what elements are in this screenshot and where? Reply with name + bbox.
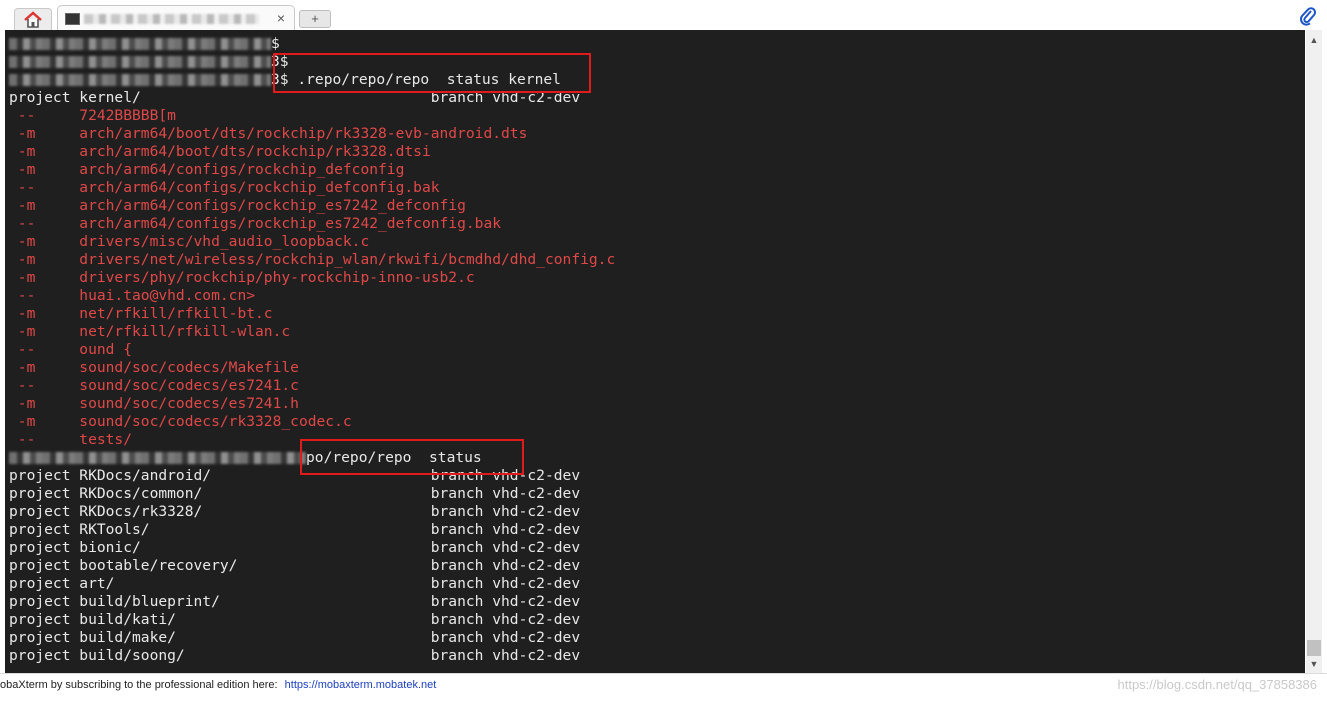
terminal-icon	[65, 13, 80, 25]
line-text: -- arch/arm64/configs/rockchip_defconfig…	[9, 179, 440, 196]
status-message: obaXterm by subscribing to the professio…	[0, 674, 436, 696]
terminal-line: -m sound/soc/codecs/rk3328_codec.c	[9, 413, 615, 431]
line-text: project art/ branch vhd-c2-dev	[9, 575, 581, 592]
line-text: project build/soong/ branch vhd-c2-dev	[9, 647, 581, 664]
redacted-prompt	[9, 452, 306, 464]
scroll-thumb[interactable]	[1307, 640, 1321, 656]
line-text: project RKTools/ branch vhd-c2-dev	[9, 521, 581, 538]
line-text: -m net/rfkill/rfkill-wlan.c	[9, 323, 291, 340]
terminal-line: -m drivers/phy/rockchip/phy-rockchip-inn…	[9, 269, 615, 287]
terminal-line: project build/soong/ branch vhd-c2-dev	[9, 647, 615, 665]
status-text: obaXterm by subscribing to the professio…	[0, 679, 278, 691]
session-tab[interactable]: ×	[57, 5, 295, 31]
arrow-down-icon[interactable]: ▼	[1306, 658, 1322, 670]
line-text: $	[271, 35, 280, 52]
home-icon	[24, 11, 42, 28]
terminal-line: -- sound/soc/codecs/es7241.c	[9, 377, 615, 395]
status-bar: obaXterm by subscribing to the professio…	[0, 673, 1327, 703]
new-tab-icon: +	[311, 11, 319, 26]
highlight-box-status-kernel	[273, 53, 591, 93]
mobaxterm-link[interactable]: https://mobaxterm.mobatek.net	[285, 679, 437, 691]
line-text: -m sound/soc/codecs/es7241.h	[9, 395, 299, 412]
line-text: -m net/rfkill/rfkill-bt.c	[9, 305, 273, 322]
terminal-line: -m net/rfkill/rfkill-bt.c	[9, 305, 615, 323]
line-text: -- arch/arm64/configs/rockchip_es7242_de…	[9, 215, 502, 232]
terminal-line: -m arch/arm64/boot/dts/rockchip/rk3328.d…	[9, 143, 615, 161]
terminal-line: project build/blueprint/ branch vhd-c2-d…	[9, 593, 615, 611]
line-text: project build/kati/ branch vhd-c2-dev	[9, 611, 581, 628]
terminal-line: -- huai.tao@vhd.com.cn>	[9, 287, 615, 305]
terminal-line: -- arch/arm64/configs/rockchip_defconfig…	[9, 179, 615, 197]
line-text: project bionic/ branch vhd-c2-dev	[9, 539, 581, 556]
redacted-prompt	[9, 38, 271, 50]
line-text: -- huai.tao@vhd.com.cn>	[9, 287, 256, 304]
watermark: https://blog.csdn.net/qq_37858386	[1117, 677, 1318, 692]
line-text: -m sound/soc/codecs/rk3328_codec.c	[9, 413, 352, 430]
line-text: -m drivers/phy/rockchip/phy-rockchip-inn…	[9, 269, 475, 286]
terminal-line: project RKTools/ branch vhd-c2-dev	[9, 521, 615, 539]
terminal-line: -m arch/arm64/configs/rockchip_defconfig	[9, 161, 615, 179]
terminal-line: project bionic/ branch vhd-c2-dev	[9, 539, 615, 557]
redacted-tab-title	[84, 14, 259, 24]
terminal-line: project RKDocs/common/ branch vhd-c2-dev	[9, 485, 615, 503]
vertical-scrollbar[interactable]: ▲ ▼	[1306, 30, 1322, 673]
terminal-line: project build/make/ branch vhd-c2-dev	[9, 629, 615, 647]
highlight-box-status	[300, 439, 524, 475]
terminal-line: project RKDocs/rk3328/ branch vhd-c2-dev	[9, 503, 615, 521]
terminal-line: $	[9, 35, 615, 53]
line-text: project bootable/recovery/ branch vhd-c2…	[9, 557, 581, 574]
line-text: project build/make/ branch vhd-c2-dev	[9, 629, 581, 646]
terminal-output[interactable]: $3$ 3$ .repo/repo/repo status kernel proje…	[5, 30, 1305, 673]
terminal-line: -- ound {	[9, 341, 615, 359]
arrow-up-icon[interactable]: ▲	[1306, 34, 1322, 46]
terminal-line: -m arch/arm64/boot/dts/rockchip/rk3328-e…	[9, 125, 615, 143]
tab-bar: × +	[0, 0, 1327, 31]
line-text: -m drivers/misc/vhd_audio_loopback.c	[9, 233, 370, 250]
terminal-line: -m net/rfkill/rfkill-wlan.c	[9, 323, 615, 341]
terminal-line: -- arch/arm64/configs/rockchip_es7242_de…	[9, 215, 615, 233]
line-text: -m drivers/net/wireless/rockchip_wlan/rk…	[9, 251, 616, 268]
line-text: -m arch/arm64/configs/rockchip_defconfig	[9, 161, 405, 178]
line-text: project build/blueprint/ branch vhd-c2-d…	[9, 593, 581, 610]
new-tab-button[interactable]: +	[299, 10, 331, 28]
terminal-lines: $3$ 3$ .repo/repo/repo status kernel proje…	[9, 35, 615, 665]
paperclip-icon[interactable]	[1299, 6, 1317, 26]
terminal-line: -- 7242BBBBB[m	[9, 107, 615, 125]
line-text: -m arch/arm64/configs/rockchip_es7242_de…	[9, 197, 466, 214]
terminal-line: -m sound/soc/codecs/Makefile	[9, 359, 615, 377]
line-text: -m arch/arm64/boot/dts/rockchip/rk3328-e…	[9, 125, 528, 142]
line-text: -m arch/arm64/boot/dts/rockchip/rk3328.d…	[9, 143, 431, 160]
line-text: -m sound/soc/codecs/Makefile	[9, 359, 299, 376]
terminal-line: project art/ branch vhd-c2-dev	[9, 575, 615, 593]
terminal-line: -m drivers/net/wireless/rockchip_wlan/rk…	[9, 251, 615, 269]
home-tab[interactable]	[14, 8, 52, 31]
redacted-prompt	[9, 56, 271, 68]
terminal-line: -m drivers/misc/vhd_audio_loopback.c	[9, 233, 615, 251]
terminal-line: project build/kati/ branch vhd-c2-dev	[9, 611, 615, 629]
line-text: -- 7242BBBBB[m	[9, 107, 176, 124]
terminal-line: -m arch/arm64/configs/rockchip_es7242_de…	[9, 197, 615, 215]
terminal-line: project bootable/recovery/ branch vhd-c2…	[9, 557, 615, 575]
line-text: -- tests/	[9, 431, 133, 448]
line-text: project RKDocs/rk3328/ branch vhd-c2-dev	[9, 503, 581, 520]
close-icon[interactable]: ×	[277, 10, 285, 26]
line-text: -- sound/soc/codecs/es7241.c	[9, 377, 299, 394]
terminal-line: -m sound/soc/codecs/es7241.h	[9, 395, 615, 413]
line-text: project RKDocs/common/ branch vhd-c2-dev	[9, 485, 581, 502]
line-text: -- ound {	[9, 341, 133, 358]
redacted-prompt	[9, 74, 271, 86]
